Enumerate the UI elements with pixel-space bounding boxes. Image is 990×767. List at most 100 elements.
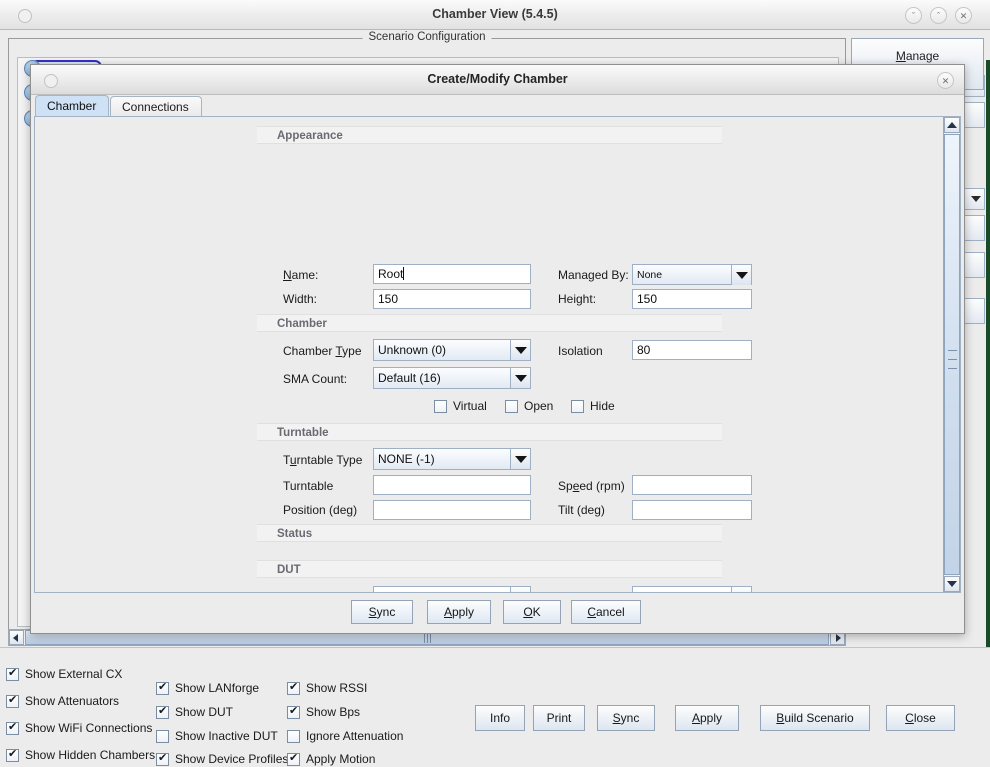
checkbox-show-bps[interactable]: Show Bps (287, 704, 361, 719)
scroll-left-button[interactable] (9, 630, 24, 645)
checkbox-box[interactable] (287, 751, 300, 766)
checkbox-hide[interactable]: Hide (571, 399, 615, 413)
checkbox-show-hidden-chambers[interactable]: Show Hidden Chambers (6, 747, 156, 762)
scenario-configuration-legend: Scenario Configuration (362, 31, 492, 43)
tt-type-mnemonic: u (289, 453, 297, 467)
checkbox-box[interactable] (287, 704, 300, 719)
chamber-type-pre: Chamber (283, 344, 336, 358)
dialog-cancel-button[interactable]: Cancel (571, 600, 641, 624)
checkbox-label: Show Hidden Chambers (25, 748, 156, 762)
label-height: Height: (558, 292, 597, 306)
checkbox-label: Ignore Attenuation (306, 729, 404, 743)
isolation-input[interactable]: 80 (632, 340, 752, 360)
chevron-down-icon[interactable] (510, 587, 530, 592)
maximize-icon[interactable]: ˆ (930, 7, 947, 24)
checkbox-box[interactable] (6, 747, 19, 762)
tab-connections[interactable]: Connections (110, 96, 202, 117)
checkbox-show-attenuators[interactable]: Show Attenuators (6, 693, 119, 708)
checkbox-box[interactable] (6, 693, 19, 708)
position-deg-input[interactable] (373, 500, 531, 520)
label-name: Name: (283, 266, 318, 284)
checkbox-show-device-profiles[interactable]: Show Device Profiles (156, 751, 288, 766)
dialog-sync-button[interactable]: Sync (351, 600, 413, 624)
speed-rest: ed (rpm) (579, 479, 625, 493)
chamber-type-combo[interactable]: Unknown (0) (373, 339, 531, 361)
close-button[interactable]: Close (886, 705, 955, 731)
checkbox-show-inactive-dut[interactable]: Show Inactive DUT (156, 729, 278, 743)
manage-line1-rest: anage (905, 49, 940, 63)
checkbox-box[interactable] (287, 729, 300, 743)
checkbox-show-external-cx[interactable]: Show External CX (6, 666, 122, 681)
turntable-input[interactable] (373, 475, 531, 495)
close-icon[interactable]: ✕ (955, 7, 972, 24)
info-button[interactable]: Info (475, 705, 525, 731)
checkbox-show-dut[interactable]: Show DUT (156, 704, 233, 719)
name-label-rest: ame: (291, 268, 319, 282)
managed-by-combo[interactable]: None (632, 264, 752, 285)
scroll-up-button[interactable] (944, 117, 960, 133)
speed-rpm-input[interactable] (632, 475, 752, 495)
minimize-icon[interactable]: ˇ (905, 7, 922, 24)
vertical-scroll-thumb[interactable] (944, 134, 960, 575)
checkbox-box[interactable] (6, 720, 19, 735)
dlg-cancel-mnemonic: C (587, 605, 596, 619)
turntable-type-combo[interactable]: NONE (-1) (373, 448, 531, 470)
checkbox-box[interactable] (505, 399, 518, 413)
checkbox-box[interactable] (571, 399, 584, 413)
scroll-down-button[interactable] (944, 576, 960, 592)
label-turntable-type: Turntable Type (283, 451, 362, 469)
chamber-type-rest: ype (342, 344, 362, 358)
dialog-tabstrip: Chamber Connections (31, 95, 964, 117)
pos-pre: Position (de (283, 503, 347, 517)
apply-button[interactable]: Apply (675, 705, 739, 731)
section-dut: DUT (257, 560, 722, 578)
dlg-sync-mnemonic: S (368, 605, 377, 619)
tab-chamber[interactable]: Chamber (35, 95, 109, 117)
checkbox-open[interactable]: Open (505, 399, 553, 413)
label-sma-count: SMA Count: (283, 372, 348, 386)
chevron-down-icon[interactable] (510, 368, 530, 388)
height-input[interactable]: 150 (632, 289, 752, 309)
section-status: Status (257, 524, 722, 542)
name-input[interactable]: Root (373, 264, 531, 284)
checkbox-show-lanforge[interactable]: Show LANforge (156, 680, 259, 695)
checkbox-box[interactable] (6, 666, 19, 681)
dut-1-combo[interactable] (373, 586, 531, 592)
checkbox-box[interactable] (156, 680, 169, 695)
sync-button[interactable]: Sync (597, 705, 655, 731)
arrow-up-icon (947, 122, 957, 128)
checkbox-label: Hide (590, 399, 615, 413)
checkbox-box[interactable] (156, 704, 169, 719)
checkbox-virtual[interactable]: Virtual (434, 399, 487, 413)
checkbox-show-rssi[interactable]: Show RSSI (287, 680, 367, 695)
print-button[interactable]: Print (533, 705, 585, 731)
tilt-deg-input[interactable] (632, 500, 752, 520)
chevron-down-icon[interactable] (731, 265, 751, 285)
chevron-down-icon[interactable] (731, 587, 751, 592)
checkbox-box[interactable] (287, 680, 300, 695)
checkbox-box[interactable] (434, 399, 447, 413)
scroll-grip (424, 634, 425, 643)
checkbox-box[interactable] (156, 729, 169, 743)
section-turntable: Turntable (257, 423, 722, 441)
checkbox-ignore-attenuation[interactable]: Ignore Attenuation (287, 729, 403, 743)
chevron-down-icon[interactable] (510, 340, 530, 360)
dialog-vertical-scrollbar[interactable] (943, 117, 960, 592)
arrow-down-icon (947, 581, 957, 587)
checkbox-label: Show Bps (306, 705, 361, 719)
chevron-down-icon[interactable] (510, 449, 530, 469)
dut-2-combo[interactable] (632, 586, 752, 592)
checkbox-box[interactable] (156, 751, 169, 766)
sma-count-combo[interactable]: Default (16) (373, 367, 531, 389)
dialog-ok-button[interactable]: OK (503, 600, 561, 624)
checkbox-apply-motion[interactable]: Apply Motion (287, 751, 375, 766)
label-turntable: Turntable (283, 479, 334, 493)
checkbox-show-wifi-connections[interactable]: Show WiFi Connections (6, 720, 152, 735)
chamber-view-window: Chamber View (5.4.5) ˇ ˆ ✕ rt Scenario C… (0, 0, 990, 767)
dialog-close-icon[interactable]: ✕ (937, 72, 954, 89)
label-dut-1: DUT-1 (283, 589, 318, 592)
build-rest: uild Scenario (784, 711, 854, 725)
width-input[interactable]: 150 (373, 289, 531, 309)
build-scenario-button[interactable]: Build Scenario (760, 705, 870, 731)
dialog-apply-button[interactable]: Apply (427, 600, 491, 624)
